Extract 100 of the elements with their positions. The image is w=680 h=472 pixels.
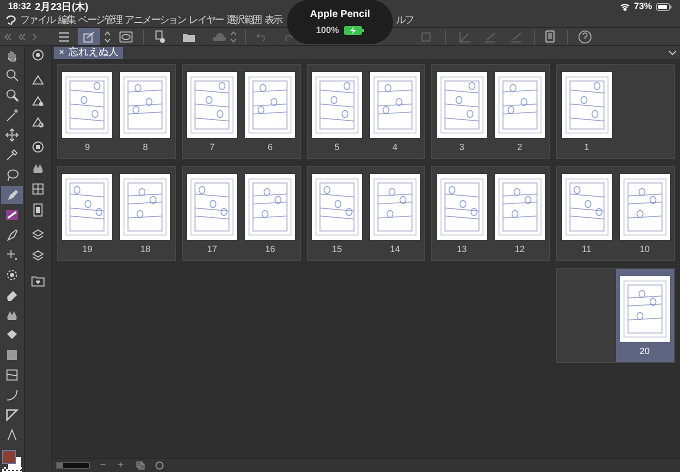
eraser-icon[interactable] bbox=[5, 288, 19, 302]
page-thumbnail[interactable] bbox=[245, 72, 296, 138]
up-down-arrows-icon[interactable] bbox=[104, 30, 111, 44]
up-down-arrows-icon[interactable] bbox=[230, 30, 237, 44]
page-thumbnail[interactable] bbox=[312, 174, 362, 240]
page-number: 16 bbox=[265, 243, 276, 256]
page-number: 18 bbox=[140, 243, 150, 256]
menu-item[interactable]: アニメーション bbox=[124, 13, 186, 28]
chevron-down-icon[interactable] bbox=[668, 50, 677, 56]
page-number: 7 bbox=[210, 141, 215, 154]
page-thumbnail[interactable] bbox=[187, 174, 238, 240]
selected-page-highlight[interactable]: 20 bbox=[616, 269, 674, 362]
page-thumbnail[interactable] bbox=[436, 72, 487, 138]
menu-icon[interactable] bbox=[58, 32, 70, 42]
text-tool-icon[interactable] bbox=[5, 428, 19, 442]
page-thumbnail[interactable] bbox=[120, 174, 170, 240]
help-logo-icon[interactable] bbox=[5, 15, 17, 26]
page-thumbnail[interactable] bbox=[620, 174, 670, 240]
curve-line-icon[interactable] bbox=[5, 388, 19, 402]
copy-icon[interactable] bbox=[136, 461, 145, 470]
page-thumbnail[interactable] bbox=[62, 72, 112, 138]
page-spread[interactable]: 7 6 bbox=[182, 64, 301, 159]
page-number: 11 bbox=[582, 243, 592, 256]
page-spread[interactable]: 19 18 bbox=[57, 166, 176, 261]
triangle-layer-icon[interactable] bbox=[31, 73, 45, 87]
page-number: 13 bbox=[456, 243, 467, 256]
heart-folder-icon[interactable] bbox=[31, 274, 45, 288]
page-thumbnail[interactable] bbox=[562, 174, 612, 240]
page-thumbnail[interactable] bbox=[620, 276, 670, 342]
page-spread[interactable]: 13 12 bbox=[431, 166, 550, 261]
page-number: 1 bbox=[584, 141, 590, 154]
menu-item[interactable]: 編集 bbox=[58, 13, 76, 28]
page-thumbnail[interactable] bbox=[370, 72, 420, 138]
device-icon[interactable] bbox=[545, 30, 555, 43]
page-spread[interactable]: 3 2 bbox=[431, 64, 550, 159]
layers-settings-icon[interactable] bbox=[31, 228, 45, 242]
document-tab[interactable]: × 忘れえぬ人 bbox=[54, 46, 124, 58]
page-number: 4 bbox=[392, 141, 398, 154]
menu-item[interactable]: ルフ bbox=[396, 13, 414, 28]
ruler-triangle-icon[interactable] bbox=[5, 408, 19, 422]
target-icon[interactable] bbox=[31, 48, 45, 62]
page-number: 2 bbox=[517, 141, 522, 154]
page-spread[interactable]: 5 4 bbox=[306, 64, 426, 159]
page-thumbnail[interactable] bbox=[370, 174, 420, 240]
battery-icon bbox=[656, 3, 672, 11]
lasso-icon[interactable] bbox=[5, 168, 19, 182]
magic-wand-icon[interactable] bbox=[5, 108, 19, 122]
page-spread[interactable]: 1 bbox=[556, 64, 675, 159]
eyedropper-icon[interactable] bbox=[5, 148, 19, 162]
menu-item[interactable]: ファイル bbox=[20, 13, 55, 28]
page-thumbnail[interactable] bbox=[62, 174, 112, 240]
help-icon[interactable] bbox=[578, 30, 592, 44]
page-spread[interactable]: 20 bbox=[556, 268, 675, 363]
charge-percentage: 100% bbox=[316, 24, 340, 37]
move-arrows-icon[interactable] bbox=[5, 128, 19, 142]
foreground-color-swatch[interactable] bbox=[2, 450, 16, 464]
zoom-slider[interactable] bbox=[56, 462, 90, 469]
page-number: 17 bbox=[207, 243, 218, 256]
magnifier-icon[interactable] bbox=[5, 68, 19, 82]
layers-icon[interactable] bbox=[31, 249, 45, 263]
sparkle-icon[interactable] bbox=[5, 248, 19, 262]
menu-item[interactable]: ページ管理 bbox=[78, 13, 122, 28]
hand-icon[interactable] bbox=[5, 48, 19, 62]
page-number: 15 bbox=[332, 243, 342, 256]
zoom-in-button[interactable]: + bbox=[118, 458, 124, 472]
transparent-color-icon[interactable] bbox=[2, 467, 22, 472]
zoom-out-button[interactable]: − bbox=[100, 458, 106, 472]
menu-item[interactable]: レイヤー bbox=[188, 13, 224, 28]
charging-battery-icon bbox=[344, 26, 364, 35]
page-spread[interactable]: 17 16 bbox=[182, 166, 301, 261]
page-thumbnail[interactable] bbox=[312, 72, 362, 138]
page-number: 14 bbox=[390, 243, 400, 256]
menu-item[interactable]: 表示 bbox=[264, 13, 282, 28]
page-manager-toggle[interactable] bbox=[78, 28, 100, 45]
circle-frame-icon[interactable] bbox=[31, 140, 45, 154]
page-number: 5 bbox=[334, 141, 340, 154]
page-spread[interactable]: 11 10 bbox=[556, 166, 675, 261]
page-thumbnail[interactable] bbox=[494, 72, 545, 138]
tab-close-button[interactable]: × bbox=[59, 46, 64, 60]
ink-pen-icon[interactable] bbox=[5, 228, 19, 242]
page-spread[interactable]: 9 8 bbox=[57, 64, 176, 159]
page-thumbnail[interactable] bbox=[120, 72, 170, 138]
triangle-layer-icon[interactable] bbox=[31, 115, 45, 129]
collapse-left-icon[interactable] bbox=[18, 32, 26, 40]
page-thumbnail[interactable] bbox=[245, 174, 296, 240]
page-thumbnail[interactable] bbox=[187, 72, 238, 138]
page-thumbnail[interactable] bbox=[494, 174, 545, 240]
triangle-layer-icon[interactable] bbox=[31, 94, 45, 108]
menu-item[interactable]: 選択範囲 bbox=[226, 13, 262, 28]
film-icon[interactable] bbox=[31, 203, 45, 217]
pen-icon[interactable] bbox=[5, 188, 19, 202]
collapse-left-icon[interactable] bbox=[4, 32, 12, 40]
page-thumbnail[interactable] bbox=[562, 72, 612, 138]
page-thumbnail[interactable] bbox=[436, 174, 487, 240]
page-number: 3 bbox=[459, 141, 464, 154]
frame-border-icon[interactable] bbox=[5, 368, 19, 382]
expand-right-icon[interactable] bbox=[32, 32, 37, 40]
page-spread[interactable]: 15 14 bbox=[306, 166, 426, 261]
grid-layer-icon[interactable] bbox=[31, 182, 45, 196]
new-page-icon[interactable] bbox=[154, 30, 166, 44]
